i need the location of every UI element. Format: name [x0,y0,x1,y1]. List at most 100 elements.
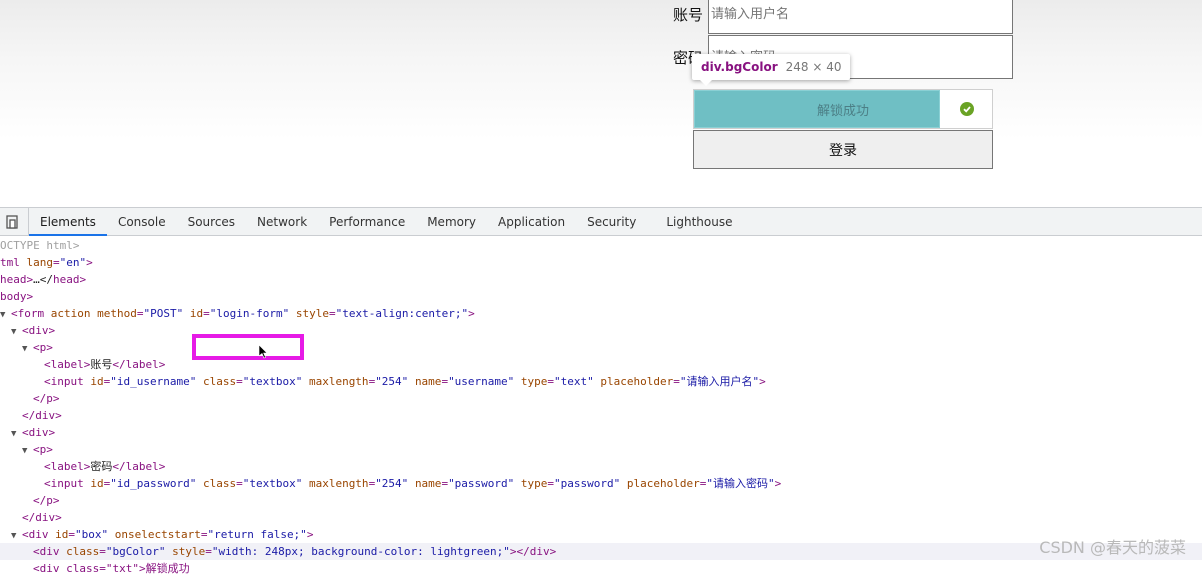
check-icon [960,102,974,116]
attr-value: "username" [448,375,515,388]
tag-name: label [125,460,159,473]
tab-application[interactable]: Application [487,208,576,235]
dom-line[interactable]: body> [0,288,1202,305]
attr-value: "login-form" [209,307,290,320]
attr-value: "password" [448,477,515,490]
slider-handle[interactable] [942,90,992,128]
tab-network[interactable]: Network [246,208,318,235]
tag-name: head [0,273,27,286]
tag-name: div [28,528,49,541]
tag-name: head [53,273,80,286]
attr-value: "password" [554,477,621,490]
attr-name: maxlength [308,477,369,490]
web-page [0,0,1202,206]
dom-line[interactable]: <label>账号</label> [0,356,1202,373]
tab-console[interactable]: Console [107,208,177,235]
collapsed-text: …</ [33,273,53,286]
login-button[interactable]: 登录 [693,130,993,169]
attr-name: class [66,545,100,558]
tag-name: body [0,290,27,303]
device-toggle-icon[interactable] [0,208,29,235]
dom-line[interactable]: ▼ <div id="box" onselectstart="return fal… [0,526,1202,543]
tab-lighthouse[interactable]: Lighthouse [655,208,743,235]
username-input[interactable] [708,0,1013,34]
text-node: 密码 [90,460,113,473]
attr-name: action [50,307,91,320]
attr-name: id [90,477,104,490]
dom-line-selected[interactable]: <div class="bgColor" style="width: 248px… [0,543,1202,560]
attr-value: "en" [59,256,87,269]
slider-verification-box[interactable]: 解锁成功 [693,89,993,129]
tag-name: div [28,426,49,439]
tab-sources[interactable]: Sources [177,208,246,235]
dom-line[interactable]: <input id="id_username" class="textbox" … [0,373,1202,390]
tag-name: p [46,392,53,405]
tag-name: div [35,511,56,524]
dom-line[interactable]: </p> [0,390,1202,407]
attr-value: "bgColor" [105,545,166,558]
tag-name: label [50,460,84,473]
annotation-highlight-box [192,334,304,360]
dom-line[interactable]: ▼ <div> [0,424,1202,441]
dom-line[interactable]: ▼ <p> [0,339,1202,356]
attr-name: type [520,477,548,490]
watermark: CSDN @春天的菠菜 [1039,538,1186,557]
dom-line[interactable]: OCTYPE html> [0,237,1202,254]
attr-value: "id_username" [110,375,197,388]
attr-name: onselectstart [114,528,201,541]
attr-value: "id_password" [110,477,197,490]
dom-line[interactable]: ▼ <p> [0,441,1202,458]
tab-security[interactable]: Security [576,208,647,235]
dom-line[interactable]: </div> [0,407,1202,424]
attr-value: "box" [75,528,109,541]
dom-line[interactable]: </div> [0,509,1202,526]
tag-name: label [125,358,159,371]
devtools-tab-bar: Elements Console Sources Network Perform… [0,208,1202,236]
attr-value: "textbox" [242,477,303,490]
tag-name: div [39,545,60,558]
attr-value: "text-align:center;" [335,307,469,320]
attr-name: maxlength [308,375,369,388]
dom-line[interactable]: <div class="txt">解锁成功 [0,560,1202,577]
attr-value: "请输入密码" [706,477,775,490]
dom-line[interactable]: <input id="id_password" class="textbox" … [0,475,1202,492]
tag-name: p [46,494,53,507]
attr-name: name [414,375,442,388]
attr-value: "width: 248px; background-color: lightgr… [211,545,510,558]
dom-line[interactable]: ▼ <div> [0,322,1202,339]
dom-line[interactable]: ▼ <form action method="POST" id="login-fo… [0,305,1202,322]
attr-name: class [202,477,237,490]
attr-value: "text" [554,375,594,388]
attr-name: placeholder [600,375,674,388]
tag-name: div [28,324,49,337]
tag-name: label [50,358,84,371]
tag-name: input [50,477,84,490]
dom-line[interactable]: <label>密码</label> [0,458,1202,475]
tag-name: div [529,545,550,558]
tab-elements[interactable]: Elements [29,208,107,236]
tag-name: input [50,375,84,388]
username-label: 账号 [673,6,704,24]
dom-line[interactable]: </p> [0,492,1202,509]
tooltip-element-name: div.bgColor [701,60,778,74]
attr-name: id [55,528,69,541]
attr-value: "textbox" [242,375,303,388]
dom-line-text: <div class="txt">解锁成功 [33,562,190,575]
attr-name: name [414,477,442,490]
dom-line[interactable]: head>…</head> [0,271,1202,288]
attr-name: style [172,545,206,558]
attr-name: id [90,375,104,388]
attr-name: id [189,307,204,320]
dom-line[interactable]: tml lang="en"> [0,254,1202,271]
attr-name: class [202,375,237,388]
element-inspector-tooltip: div.bgColor 248 × 40 [692,54,851,86]
tab-memory[interactable]: Memory [416,208,487,235]
tab-performance[interactable]: Performance [318,208,416,235]
attr-name: type [520,375,548,388]
attr-name: lang [26,256,54,269]
attr-name: method [97,307,137,320]
attr-value: "return false;" [207,528,307,541]
tag-name: form [17,307,45,320]
doctype-text: OCTYPE html> [0,239,80,252]
tooltip-element-size: 248 × 40 [785,60,842,74]
